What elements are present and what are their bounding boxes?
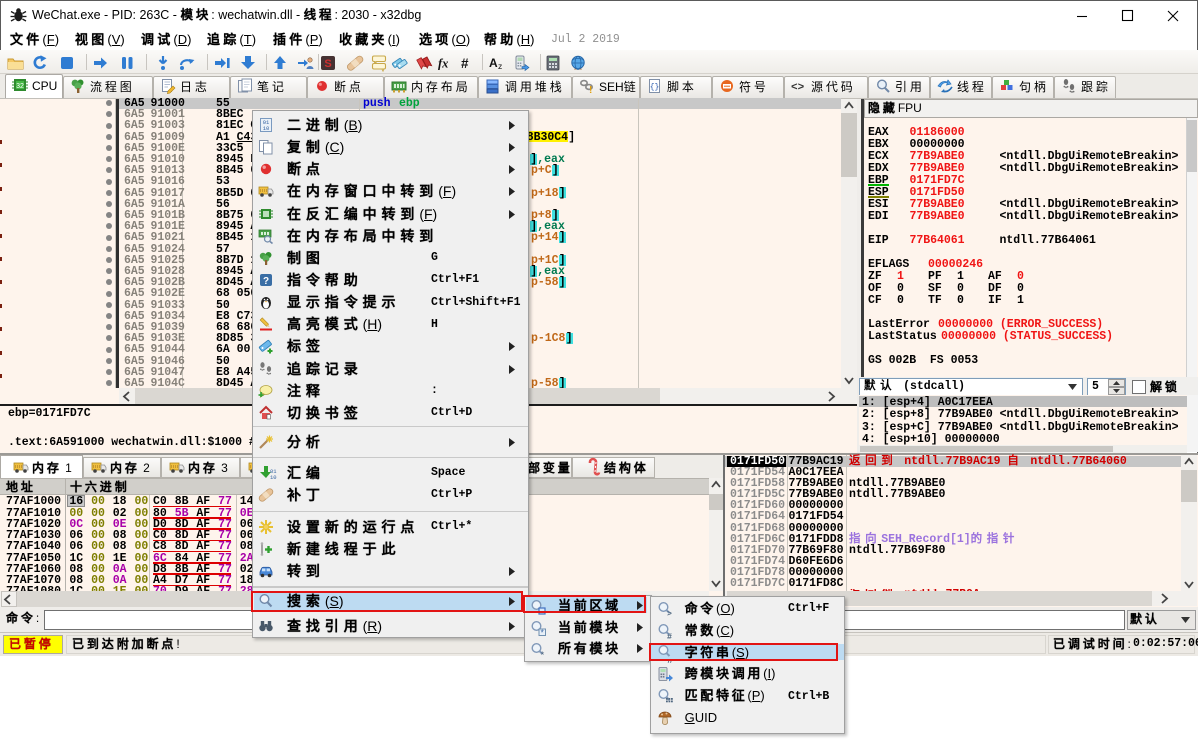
svg-text:{}: {} [650,83,660,92]
svg-text:10: 10 [270,474,277,481]
svg-text:<>: <> [791,82,805,94]
svg-text:S: S [324,58,331,70]
svg-text:*: * [541,650,545,660]
svg-text:#: # [667,631,672,641]
svg-text:!: ! [589,85,592,96]
svg-text:fx: fx [438,57,448,71]
svg-text:32: 32 [16,83,24,90]
svg-text:A: A [489,56,498,70]
svg-text:#: # [461,56,469,71]
svg-text:>: > [667,609,672,618]
svg-text:*: * [541,629,544,638]
svg-text:z: z [498,61,502,71]
svg-text:10: 10 [263,125,270,132]
svg-text:?: ? [263,276,269,287]
